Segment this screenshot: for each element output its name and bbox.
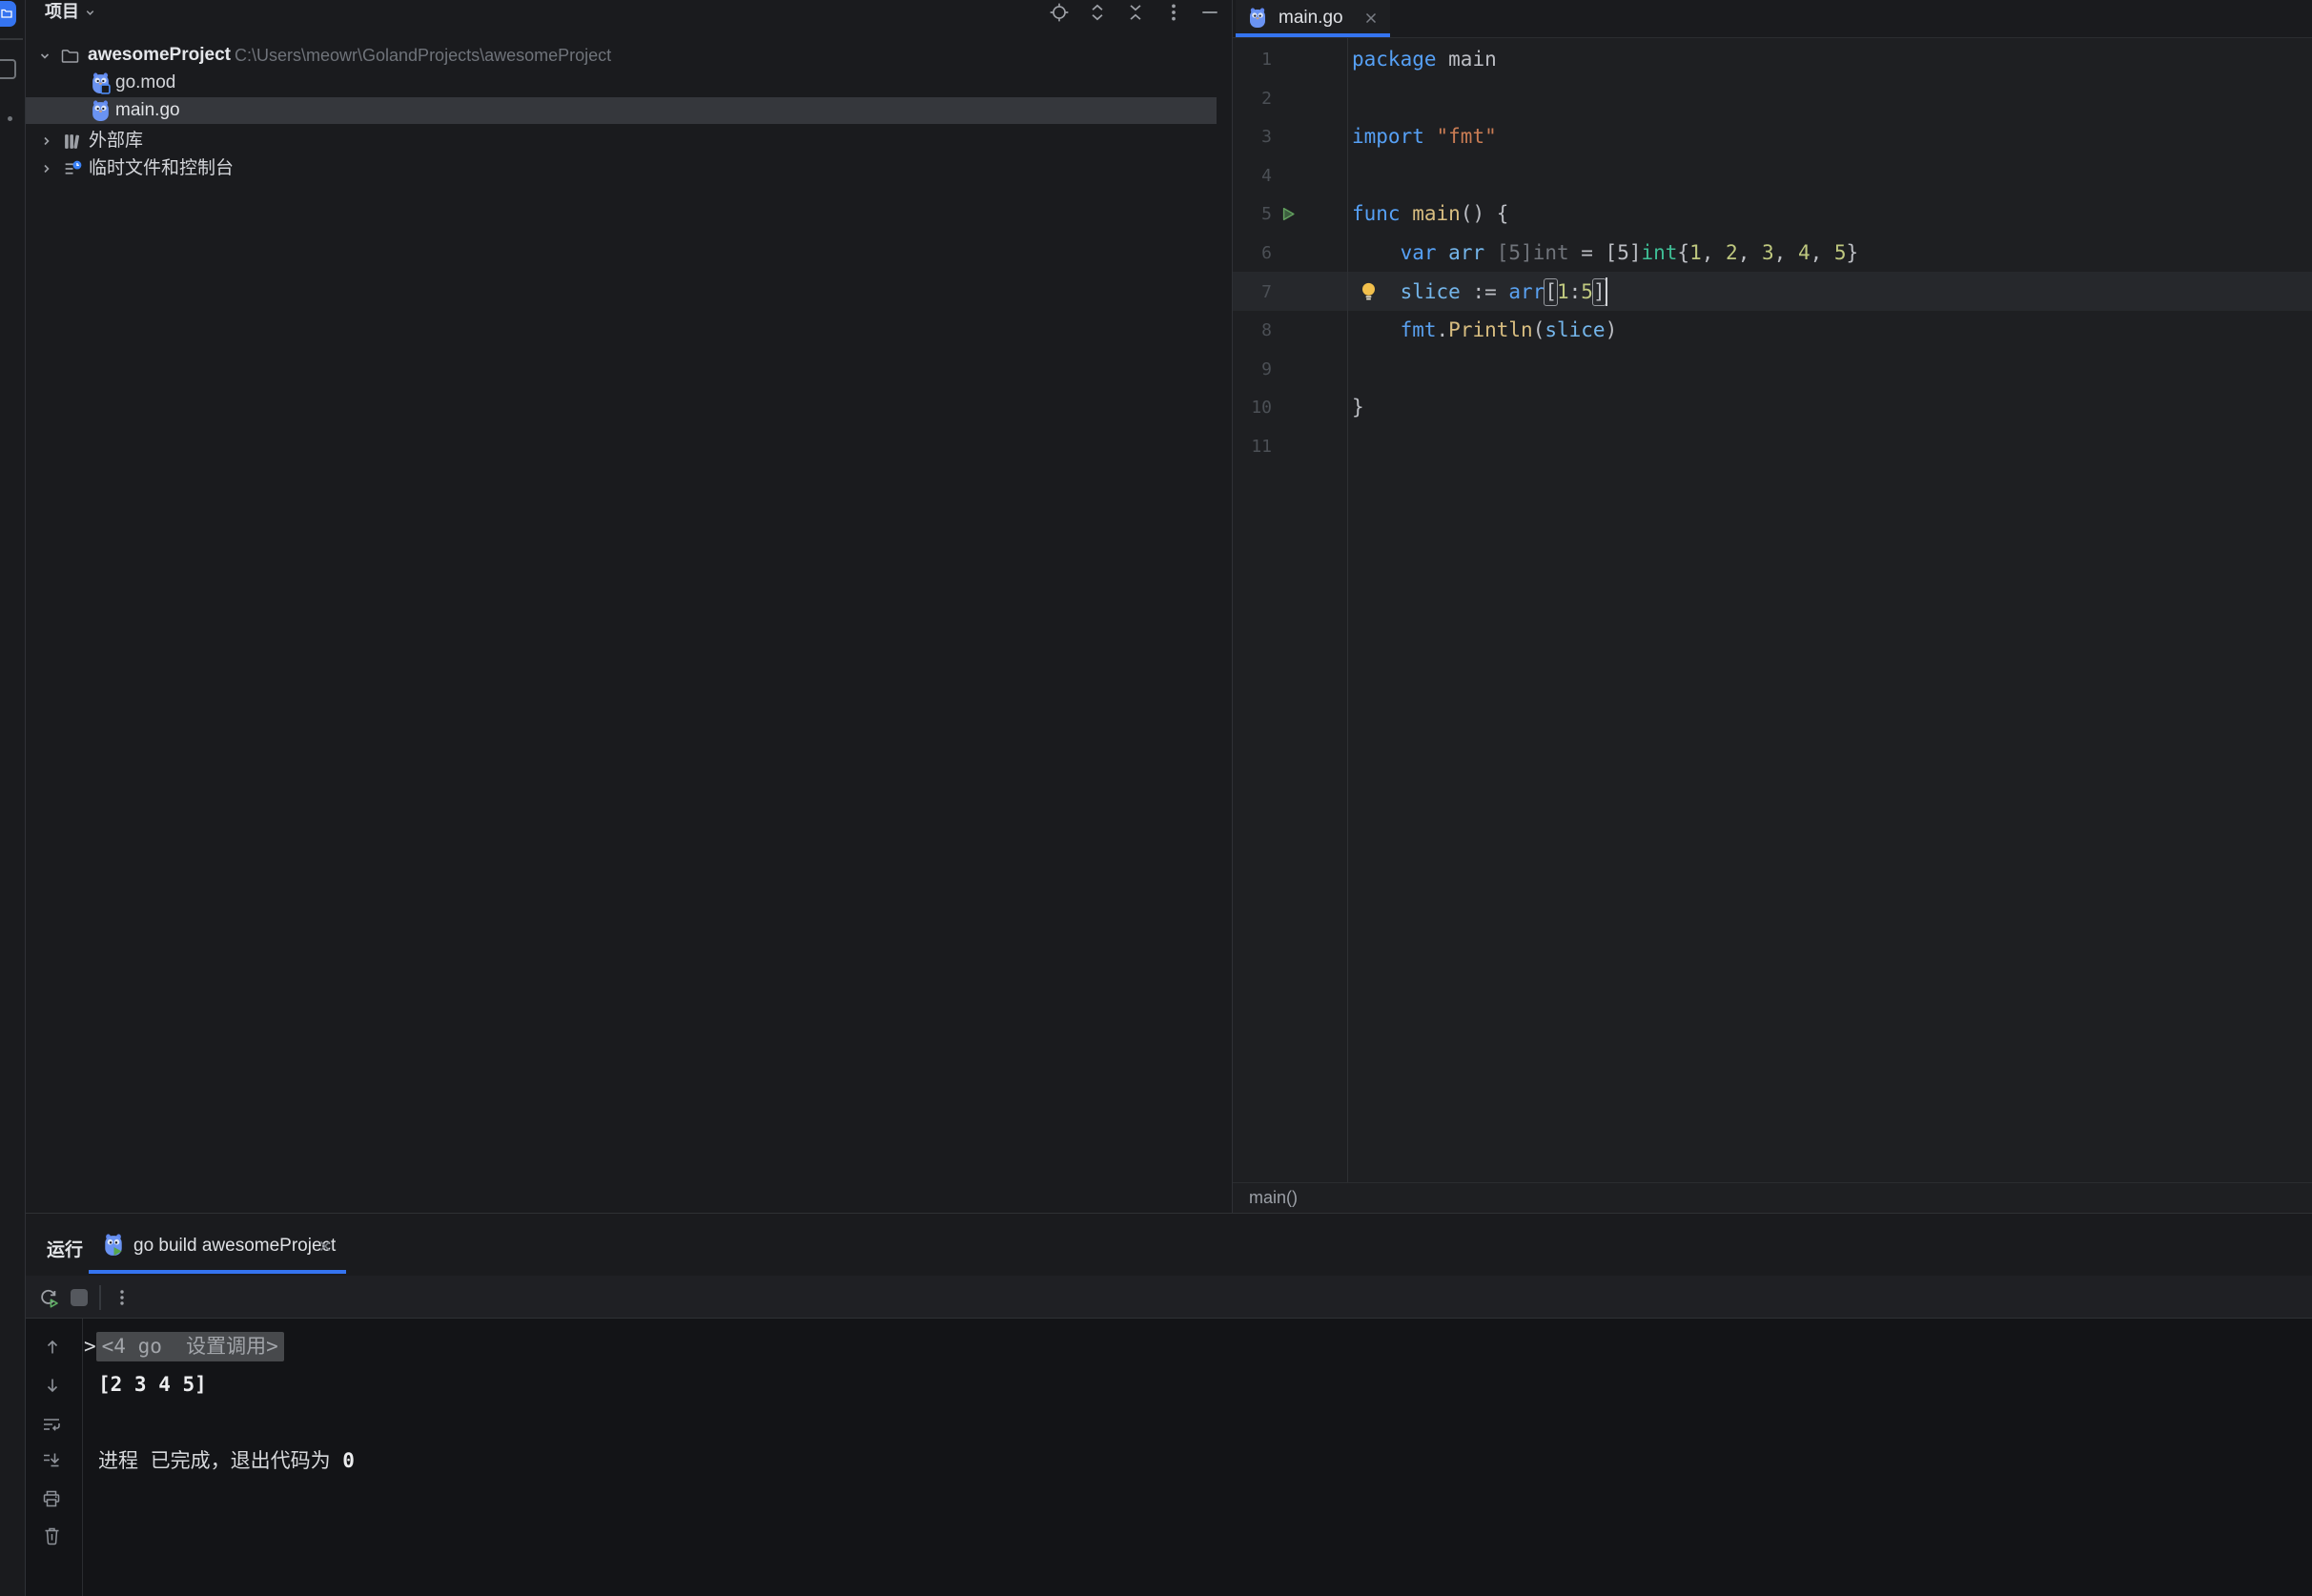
tree-row-scratches[interactable]: 临时文件和控制台 [0, 157, 1230, 180]
line-number[interactable]: 5 [1220, 194, 1272, 234]
activity-bar [0, 0, 25, 1596]
close-tab-icon[interactable] [1362, 10, 1380, 27]
folder-icon [61, 48, 79, 64]
print-icon[interactable] [41, 1488, 62, 1509]
chevron-down-icon[interactable] [38, 50, 51, 63]
line-number[interactable]: 11 [1220, 427, 1272, 466]
project-panel-title[interactable]: 项目 [45, 1, 79, 22]
gutter-separator [1347, 38, 1348, 1182]
goland-window: 项目 awesomeProject C:\Users\meowr\GolandP… [0, 0, 2312, 1596]
scroll-to-end-icon[interactable] [41, 1450, 62, 1471]
line-number[interactable]: 6 [1220, 234, 1272, 273]
text-caret [1606, 277, 1607, 306]
chevron-right-icon[interactable] [40, 134, 53, 148]
prev-occurrence-icon[interactable] [43, 1338, 62, 1357]
line-number[interactable]: 3 [1220, 117, 1272, 156]
code-line[interactable]: import "fmt" [1352, 117, 1497, 156]
chevron-right-icon[interactable] [40, 162, 53, 175]
go-file-icon [91, 100, 111, 122]
project-panel [26, 0, 1233, 1213]
code-line[interactable]: func main() { [1352, 194, 1508, 234]
run-tab-label[interactable]: go build awesomeProject [133, 1236, 336, 1257]
soft-wrap-icon[interactable] [41, 1414, 62, 1435]
expand-all-icon[interactable] [1087, 2, 1108, 23]
console-gutter-separator [82, 1319, 83, 1596]
node-label: 临时文件和控制台 [89, 157, 234, 180]
code-line[interactable]: } [1352, 388, 1364, 427]
rerun-icon[interactable] [38, 1287, 59, 1308]
go-mod-file-icon [91, 72, 111, 94]
project-tool-icon[interactable] [0, 1, 16, 27]
run-gutter-icon[interactable] [1280, 206, 1297, 222]
stop-icon[interactable] [71, 1289, 88, 1306]
chevron-down-icon[interactable] [84, 7, 96, 19]
line-number[interactable]: 7 [1220, 273, 1272, 312]
line-number[interactable]: 9 [1220, 350, 1272, 389]
console[interactable] [26, 1319, 2312, 1596]
go-build-run-icon [103, 1234, 124, 1257]
locate-file-icon[interactable] [1049, 2, 1070, 23]
clear-console-icon[interactable] [42, 1525, 62, 1547]
code-line[interactable]: var arr [5]int = [5]int{1, 2, 3, 4, 5} [1352, 234, 1858, 273]
line-number[interactable]: 10 [1220, 388, 1272, 427]
go-file-icon [1248, 8, 1267, 29]
breadcrumb-border [1233, 1182, 2312, 1183]
console-line[interactable]: [2 3 4 5] [84, 1365, 207, 1403]
run-toolbar [26, 1276, 2312, 1318]
project-root-label: awesomeProject [88, 44, 231, 67]
editor-tab-label[interactable]: main.go [1279, 8, 1343, 29]
run-options-icon[interactable] [113, 1288, 132, 1307]
code-line[interactable]: package main [1352, 40, 1497, 79]
collapse-all-icon[interactable] [1125, 2, 1146, 23]
intention-bulb-icon[interactable] [1360, 281, 1378, 302]
console-line[interactable] [84, 1403, 98, 1442]
run-tab-underline [89, 1270, 346, 1274]
library-icon [63, 133, 81, 151]
tree-row-go-mod[interactable]: go.mod [0, 72, 1230, 94]
console-line[interactable]: 进程 已完成，退出代码为 0 [84, 1442, 355, 1480]
line-number[interactable]: 8 [1220, 311, 1272, 350]
line-number[interactable]: 1 [1220, 40, 1272, 79]
run-panel-title[interactable]: 运行 [47, 1236, 83, 1261]
tree-row-main-go[interactable]: main.go [0, 99, 1230, 122]
next-occurrence-icon[interactable] [43, 1376, 62, 1395]
divider [0, 38, 23, 40]
file-label: go.mod [115, 72, 175, 94]
hide-panel-icon[interactable] [1199, 2, 1220, 23]
panel-options-icon[interactable] [1163, 2, 1184, 23]
tab-bar-border [1233, 37, 2312, 38]
scratches-icon [63, 159, 82, 178]
run-panel-tab-bar [26, 1214, 2312, 1276]
tree-row-project-root[interactable]: awesomeProject C:\Users\meowr\GolandProj… [0, 44, 1230, 67]
close-run-tab-icon[interactable] [317, 1238, 334, 1255]
file-label: main.go [115, 99, 180, 122]
code-line[interactable]: fmt.Println(slice) [1352, 311, 1617, 350]
project-root-path: C:\Users\meowr\GolandProjects\awesomePro… [235, 44, 611, 67]
tree-row-external-libraries[interactable]: 外部库 [0, 130, 1230, 153]
breadcrumb[interactable]: main() [1249, 1188, 1298, 1208]
folder-icon [1, 8, 12, 19]
node-label: 外部库 [89, 130, 143, 153]
line-number[interactable]: 4 [1220, 156, 1272, 195]
toolbar-separator [99, 1285, 101, 1310]
line-number[interactable]: 2 [1220, 79, 1272, 118]
code-line[interactable]: slice := arr[1:5] [1352, 273, 1606, 312]
console-line[interactable]: ><4 go 设置调用> [84, 1327, 284, 1365]
editor-tab-bar [1233, 0, 2312, 37]
